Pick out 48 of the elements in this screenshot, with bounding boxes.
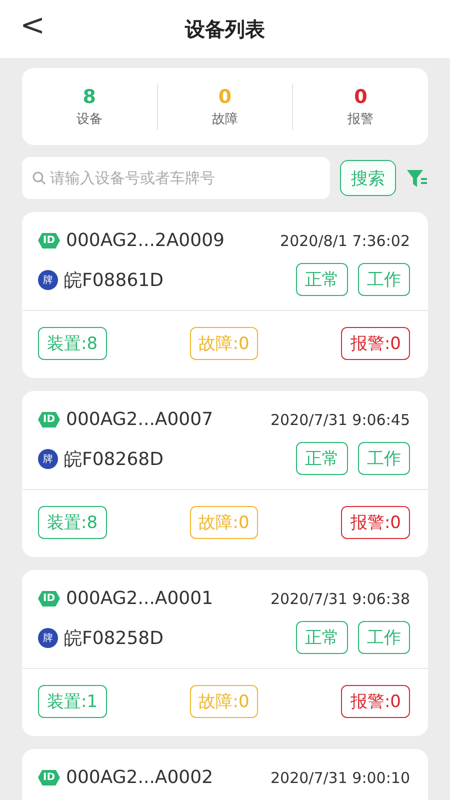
device-card[interactable]: ID 000AG2...A0002 2020/7/31 9:00:10 [22, 749, 428, 800]
device-card[interactable]: ID 000AG2...A0007 2020/7/31 9:06:45 牌 皖F08268D 正常 工作 装置:8 故障:0 报警:0 [22, 391, 428, 557]
plate-icon: 牌 [38, 270, 58, 290]
search-field[interactable]: 请输入设备号或者车牌号 [22, 157, 330, 199]
page-title: 设备列表 [185, 16, 265, 42]
count-tag: 报警:0 [341, 506, 410, 539]
status-tag: 工作 [358, 621, 410, 654]
plate-icon: 牌 [38, 628, 58, 648]
count-tag: 故障:0 [190, 506, 258, 539]
count-tag: 装置:8 [38, 327, 107, 360]
id-icon: ID [38, 412, 60, 428]
plate-number: 皖F08258D [64, 626, 164, 650]
count-tag: 装置:1 [38, 685, 107, 718]
status-tag: 工作 [358, 263, 410, 296]
search-icon [32, 171, 46, 185]
stat-value: 0 [218, 86, 232, 108]
status-tag: 工作 [358, 442, 410, 475]
plate-number: 皖F08268D [64, 448, 164, 470]
plate-icon: 牌 [38, 448, 58, 468]
timestamp: 2020/7/31 9:06:45 [270, 410, 410, 428]
back-button[interactable]: < [14, 8, 52, 43]
count-tag: 报警:0 [341, 327, 410, 360]
filter-icon[interactable] [406, 167, 428, 189]
stat-label: 报警 [348, 110, 374, 128]
count-tag: 报警:0 [341, 685, 410, 718]
device-id: 000AG2...2A0009 [66, 230, 224, 251]
stat-value: 8 [82, 86, 96, 108]
status-tag: 正常 [296, 442, 348, 475]
stat-value: 0 [354, 86, 368, 108]
plate-number: 皖F08861D [64, 268, 164, 292]
timestamp: 2020/8/1 7:36:02 [280, 232, 410, 250]
stat-label: 设备 [76, 110, 102, 128]
device-card[interactable]: ID 000AG2...2A0009 2020/8/1 7:36:02 牌 皖F08861D 正常 工作 装置:8 故障:0 报警:0 [22, 212, 428, 378]
count-tag: 故障:0 [190, 685, 258, 718]
count-tag: 装置:8 [38, 506, 107, 539]
device-id: 000AG2...A0002 [66, 767, 214, 788]
timestamp: 2020/7/31 9:00:10 [270, 768, 410, 786]
count-tag: 故障:0 [190, 327, 258, 360]
status-tag: 正常 [296, 621, 348, 654]
device-id: 000AG2...A0007 [66, 409, 214, 430]
id-icon: ID [38, 770, 60, 786]
timestamp: 2020/7/31 9:06:38 [270, 590, 410, 608]
device-id: 000AG2...A0001 [66, 588, 214, 609]
id-icon: ID [38, 232, 60, 248]
status-tag: 正常 [296, 263, 348, 296]
stat-label: 故障 [212, 110, 238, 128]
id-icon: ID [38, 590, 60, 606]
device-card[interactable]: ID 000AG2...A0001 2020/7/31 9:06:38 牌 皖F08258D 正常 工作 装置:1 故障:0 报警:0 [22, 570, 428, 736]
